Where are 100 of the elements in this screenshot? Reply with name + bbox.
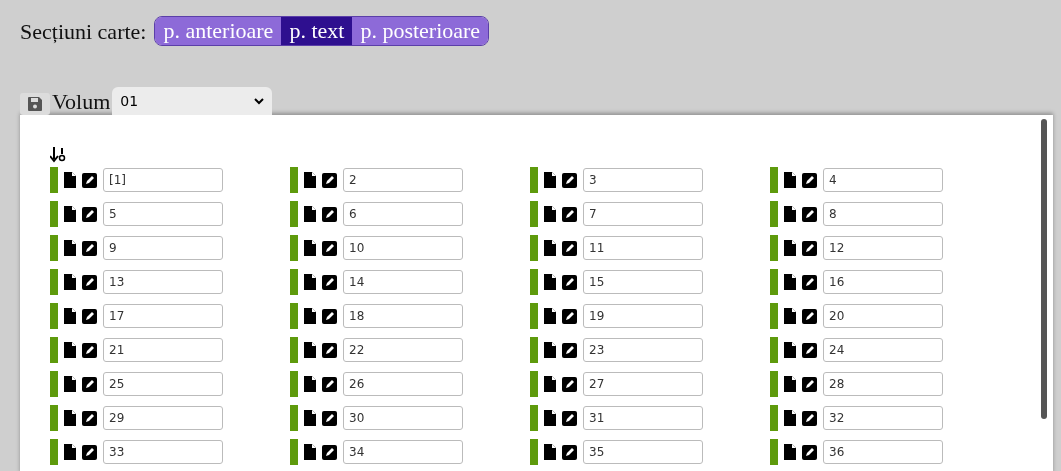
document-icon[interactable]: [784, 444, 796, 460]
edit-icon[interactable]: [562, 240, 577, 256]
edit-icon[interactable]: [82, 342, 97, 358]
page-input[interactable]: 17: [103, 304, 223, 328]
section-tab[interactable]: p. posterioare: [352, 17, 489, 45]
document-icon[interactable]: [64, 444, 76, 460]
scrollbar[interactable]: [1041, 119, 1047, 419]
edit-icon[interactable]: [82, 206, 97, 222]
document-icon[interactable]: [304, 274, 316, 290]
edit-icon[interactable]: [802, 206, 817, 222]
section-tab[interactable]: p. anterioare: [155, 17, 282, 45]
page-input[interactable]: 9: [103, 236, 223, 260]
page-input[interactable]: 28: [823, 372, 943, 396]
page-input[interactable]: 23: [583, 338, 703, 362]
document-icon[interactable]: [304, 206, 316, 222]
page-input[interactable]: 4: [823, 168, 943, 192]
document-icon[interactable]: [304, 308, 316, 324]
document-icon[interactable]: [64, 206, 76, 222]
page-input[interactable]: 14: [343, 270, 463, 294]
edit-icon[interactable]: [562, 274, 577, 290]
section-tab[interactable]: p. text: [281, 17, 353, 45]
document-icon[interactable]: [544, 206, 556, 222]
document-icon[interactable]: [544, 444, 556, 460]
edit-icon[interactable]: [322, 410, 337, 426]
document-icon[interactable]: [544, 274, 556, 290]
edit-icon[interactable]: [562, 410, 577, 426]
document-icon[interactable]: [64, 172, 76, 188]
page-input[interactable]: 15: [583, 270, 703, 294]
document-icon[interactable]: [784, 410, 796, 426]
edit-icon[interactable]: [562, 172, 577, 188]
page-input[interactable]: 29: [103, 406, 223, 430]
page-input[interactable]: 11: [583, 236, 703, 260]
page-input[interactable]: 8: [823, 202, 943, 226]
edit-icon[interactable]: [802, 308, 817, 324]
document-icon[interactable]: [784, 206, 796, 222]
edit-icon[interactable]: [322, 342, 337, 358]
document-icon[interactable]: [784, 172, 796, 188]
page-input[interactable]: 7: [583, 202, 703, 226]
page-input[interactable]: 30: [343, 406, 463, 430]
edit-icon[interactable]: [562, 308, 577, 324]
edit-icon[interactable]: [562, 444, 577, 460]
edit-icon[interactable]: [322, 376, 337, 392]
edit-icon[interactable]: [322, 308, 337, 324]
document-icon[interactable]: [544, 376, 556, 392]
edit-icon[interactable]: [562, 342, 577, 358]
page-input[interactable]: 33: [103, 440, 223, 464]
save-icon[interactable]: [20, 93, 50, 115]
edit-icon[interactable]: [82, 274, 97, 290]
page-input[interactable]: 18: [343, 304, 463, 328]
page-input[interactable]: 22: [343, 338, 463, 362]
document-icon[interactable]: [304, 410, 316, 426]
page-input[interactable]: 26: [343, 372, 463, 396]
document-icon[interactable]: [64, 308, 76, 324]
document-icon[interactable]: [304, 342, 316, 358]
edit-icon[interactable]: [82, 308, 97, 324]
edit-icon[interactable]: [82, 444, 97, 460]
page-input[interactable]: 5: [103, 202, 223, 226]
edit-icon[interactable]: [802, 444, 817, 460]
edit-icon[interactable]: [82, 172, 97, 188]
page-input[interactable]: 36: [823, 440, 943, 464]
document-icon[interactable]: [784, 274, 796, 290]
page-input[interactable]: 19: [583, 304, 703, 328]
page-input[interactable]: 20: [823, 304, 943, 328]
edit-icon[interactable]: [562, 206, 577, 222]
page-input[interactable]: 21: [103, 338, 223, 362]
document-icon[interactable]: [544, 172, 556, 188]
document-icon[interactable]: [64, 274, 76, 290]
edit-icon[interactable]: [802, 240, 817, 256]
page-input[interactable]: 31: [583, 406, 703, 430]
document-icon[interactable]: [304, 444, 316, 460]
page-input[interactable]: 13: [103, 270, 223, 294]
edit-icon[interactable]: [82, 410, 97, 426]
edit-icon[interactable]: [322, 172, 337, 188]
edit-icon[interactable]: [322, 240, 337, 256]
document-icon[interactable]: [544, 308, 556, 324]
volume-select[interactable]: 01: [112, 87, 273, 115]
document-icon[interactable]: [64, 342, 76, 358]
edit-icon[interactable]: [802, 410, 817, 426]
document-icon[interactable]: [304, 172, 316, 188]
page-input[interactable]: 6: [343, 202, 463, 226]
edit-icon[interactable]: [82, 240, 97, 256]
page-input[interactable]: 3: [583, 168, 703, 192]
document-icon[interactable]: [304, 240, 316, 256]
edit-icon[interactable]: [562, 376, 577, 392]
document-icon[interactable]: [784, 308, 796, 324]
edit-icon[interactable]: [322, 206, 337, 222]
page-input[interactable]: 32: [823, 406, 943, 430]
document-icon[interactable]: [784, 240, 796, 256]
edit-icon[interactable]: [802, 274, 817, 290]
page-input[interactable]: 12: [823, 236, 943, 260]
edit-icon[interactable]: [802, 376, 817, 392]
page-input[interactable]: 25: [103, 372, 223, 396]
sort-icon[interactable]: [50, 147, 67, 163]
edit-icon[interactable]: [322, 274, 337, 290]
document-icon[interactable]: [64, 410, 76, 426]
edit-icon[interactable]: [802, 172, 817, 188]
document-icon[interactable]: [64, 376, 76, 392]
page-input[interactable]: 16: [823, 270, 943, 294]
page-input[interactable]: 35: [583, 440, 703, 464]
document-icon[interactable]: [784, 342, 796, 358]
